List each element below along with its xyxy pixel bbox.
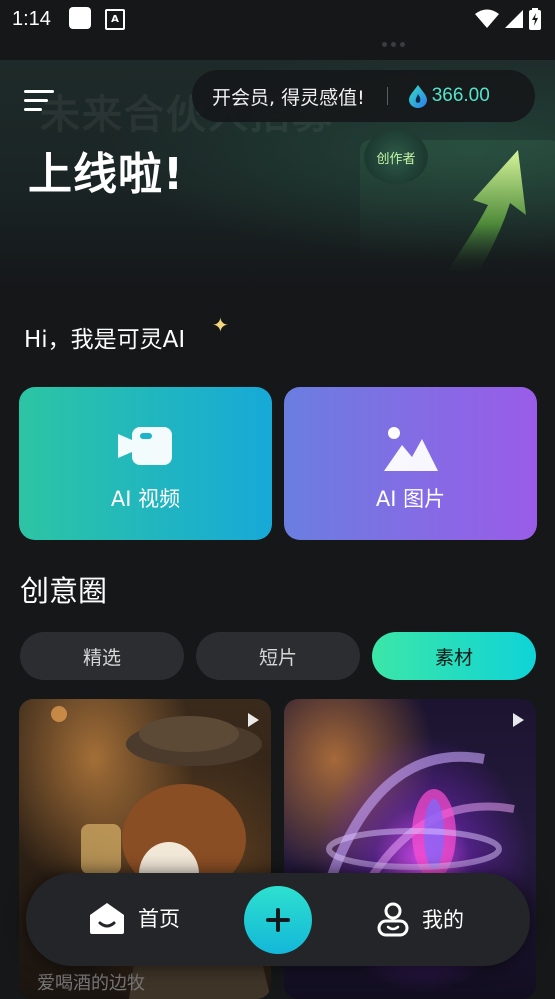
section-title: 创意圈	[20, 574, 108, 608]
menu-icon	[24, 90, 54, 111]
plus-icon	[266, 908, 290, 932]
ai-video-label: AI 视频	[110, 487, 181, 511]
create-button[interactable]	[244, 886, 312, 954]
menu-button[interactable]	[22, 86, 62, 122]
inspiration-balance: 366.00	[431, 85, 490, 106]
creator-badge: 创作者	[364, 130, 428, 184]
ai-image-card[interactable]: AI 图片	[284, 387, 537, 540]
ai-image-label: AI 图片	[375, 487, 446, 511]
tab-featured[interactable]: 精选	[20, 632, 184, 680]
membership-promo-text: 开会员, 得灵感值!	[212, 86, 365, 109]
divider	[386, 87, 388, 105]
bottom-navigation: 首页 我的	[26, 873, 530, 966]
tab-materials[interactable]: 素材	[372, 632, 536, 680]
notification-a-icon: A	[105, 9, 125, 30]
notification-square-icon	[69, 7, 91, 29]
nav-me[interactable]: 我的	[376, 901, 464, 937]
page-indicator	[382, 42, 405, 47]
status-bar: 1:14 A	[0, 0, 555, 40]
nav-me-label: 我的	[422, 908, 464, 932]
home-icon	[90, 903, 124, 934]
battery-icon	[529, 8, 541, 30]
banner-headline: 上线啦!	[28, 149, 185, 200]
nav-home[interactable]: 首页	[88, 901, 180, 935]
membership-pill[interactable]: 开会员, 得灵感值! 366.00	[192, 70, 535, 122]
tab-short-films[interactable]: 短片	[196, 632, 360, 680]
growth-arrow-icon	[448, 150, 526, 273]
greeting-text: Hi，我是可灵AI	[24, 327, 186, 353]
nav-home-label: 首页	[138, 907, 180, 931]
inspiration-drop-icon	[408, 85, 427, 108]
status-time: 1:14	[12, 8, 51, 30]
feed-card-caption: 爱喝酒的边牧	[37, 973, 145, 994]
sparkle-icon: ✦	[212, 313, 229, 337]
status-icons	[475, 8, 541, 30]
play-icon	[248, 713, 259, 727]
video-camera-icon	[117, 427, 172, 465]
ai-video-card[interactable]: AI 视频	[19, 387, 272, 540]
play-icon	[513, 713, 524, 727]
user-icon	[377, 902, 409, 937]
signal-icon	[505, 10, 523, 28]
wifi-icon	[475, 9, 499, 28]
image-mountain-icon	[383, 427, 438, 471]
